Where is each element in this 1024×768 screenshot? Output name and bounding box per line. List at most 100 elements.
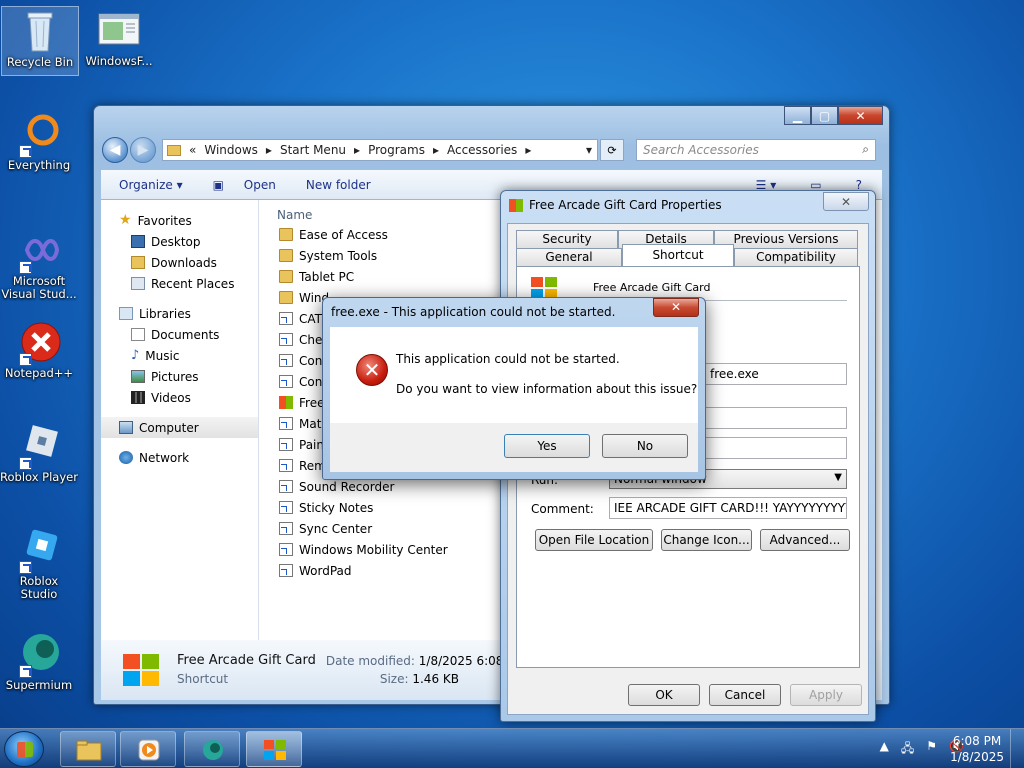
desktop-icon-roblox-studio[interactable]: Roblox Studio [0, 528, 78, 601]
window-controls: ▁ ▢ ✕ [784, 106, 883, 125]
search-input[interactable]: Search Accessories ⌕ [636, 139, 876, 161]
tab-security[interactable]: Security [516, 230, 618, 248]
media-player-icon [138, 739, 160, 761]
minimize-button[interactable]: ▁ [784, 106, 811, 125]
start-button[interactable] [4, 731, 44, 767]
visual-studio-icon [17, 228, 61, 274]
desktop-icon-supermium[interactable]: Supermium [0, 632, 78, 692]
chevron-right-icon[interactable]: ▸ [433, 143, 439, 157]
address-bar[interactable]: « Windows ▸ Start Menu ▸ Programs ▸ Accesso… [162, 139, 598, 161]
nav-libraries[interactable]: Libraries [101, 303, 258, 324]
address-dropdown-icon[interactable]: ▾ [581, 143, 597, 157]
recent-places-icon [131, 277, 145, 290]
taskbar-media-player[interactable] [120, 731, 176, 767]
breadcrumb-programs[interactable]: Programs [368, 143, 425, 157]
network-tray-icon[interactable]: 🖧 [901, 739, 914, 760]
roblox-studio-icon [17, 528, 61, 574]
back-button[interactable]: ◀ [102, 137, 128, 163]
roblox-player-icon [17, 424, 61, 470]
folder-icon [76, 740, 102, 761]
chevron-right-icon[interactable]: ▸ [525, 143, 531, 157]
nav-videos[interactable]: Videos [101, 387, 258, 408]
nav-downloads[interactable]: Downloads [101, 252, 258, 273]
taskbar-supermium[interactable] [184, 731, 240, 767]
breadcrumb-windows[interactable]: Windows [204, 143, 258, 157]
cancel-button[interactable]: Cancel [709, 684, 781, 706]
chevron-right-icon[interactable]: ▸ [354, 143, 360, 157]
tab-compatibility[interactable]: Compatibility [734, 248, 858, 266]
network-icon [119, 451, 133, 464]
shortcut-icon [279, 543, 293, 556]
search-icon[interactable]: ⌕ [862, 142, 869, 157]
close-button[interactable]: ✕ [838, 106, 883, 125]
error-close-button[interactable]: ✕ [653, 298, 699, 317]
comment-field[interactable]: IEE ARCADE GIFT CARD!!! YAYYYYYYYYYY!!!!… [609, 497, 847, 519]
dropdown-arrow-icon: ▼ [834, 472, 842, 483]
chevron-right-icon[interactable]: ▸ [266, 143, 272, 157]
file-name: Ease of Access [299, 227, 388, 242]
taskbar-explorer[interactable] [60, 731, 116, 767]
desktop-icon-notepadpp[interactable]: Notepad++ [0, 320, 78, 380]
desktop-icon-roblox-player[interactable]: Roblox Player [0, 424, 78, 484]
desktop-icon-visual-studio[interactable]: Microsoft Visual Stud... [0, 228, 78, 301]
forward-button[interactable]: ▶ [130, 137, 156, 163]
desktop-icon-windowsf[interactable]: WindowsF... [80, 8, 158, 68]
nav-documents[interactable]: Documents [101, 324, 258, 345]
organize-button[interactable]: Organize ▾ [111, 175, 191, 195]
breadcrumb-start-menu[interactable]: Start Menu [280, 143, 346, 157]
nav-computer[interactable]: Computer [101, 417, 258, 438]
details-size-label: Size: [379, 672, 409, 686]
file-name: WordPad [299, 563, 352, 578]
music-icon: ♪ [131, 348, 140, 363]
ok-button[interactable]: OK [628, 684, 700, 706]
column-label: Name [277, 208, 313, 222]
shortcut-name: Free Arcade Gift Card [593, 281, 711, 294]
nav-recent-places[interactable]: Recent Places [101, 273, 258, 294]
tab-shortcut[interactable]: Shortcut [622, 244, 734, 266]
error-footer: Yes No [330, 423, 698, 472]
folder-icon [279, 228, 293, 241]
file-name: Sticky Notes [299, 500, 374, 515]
shortcut-icon [279, 438, 293, 451]
details-modified-label: Date modified: [325, 654, 415, 668]
search-placeholder: Search Accessories [643, 143, 759, 157]
breadcrumb-accessories[interactable]: Accessories [447, 143, 517, 157]
comment-value: IEE ARCADE GIFT CARD!!! YAYYYYYYYYYY!!!!… [614, 501, 846, 515]
advanced-button[interactable]: Advanced... [760, 529, 850, 551]
details-file-type: Shortcut [177, 672, 229, 686]
tab-general[interactable]: General [516, 248, 622, 266]
nav-pictures[interactable]: Pictures [101, 366, 258, 387]
nav-label: Network [139, 450, 190, 465]
nav-network[interactable]: Network [101, 447, 258, 468]
show-desktop-button[interactable] [1010, 729, 1024, 768]
navigation-bar: ◀ ▶ « Windows ▸ Start Menu ▸ Programs ▸ Acc… [102, 136, 881, 164]
address-overflow[interactable]: « [189, 143, 196, 157]
new-folder-button[interactable]: New folder [298, 175, 379, 195]
taskbar-windows-app[interactable] [246, 731, 302, 767]
show-hidden-icons-button[interactable]: ▲ [880, 739, 889, 760]
clock[interactable]: 6:08 PM 1/8/2025 [950, 733, 1004, 765]
nav-desktop[interactable]: Desktop [101, 231, 258, 252]
yes-button[interactable]: Yes [504, 434, 590, 458]
tab-previous-versions[interactable]: Previous Versions [714, 230, 858, 248]
properties-close-button[interactable]: ✕ [823, 192, 869, 211]
open-button[interactable]: ▣ Open [197, 175, 292, 195]
desktop-icon-label: Microsoft Visual Stud... [1, 274, 77, 301]
desktop-icon-everything[interactable]: Everything [0, 112, 78, 172]
library-icon [119, 307, 133, 320]
nav-favorites[interactable]: ★ Favorites [101, 210, 258, 231]
change-icon-button[interactable]: Change Icon... [661, 529, 752, 551]
shortcut-icon [279, 480, 293, 493]
desktop-icon-recycle-bin[interactable]: Recycle Bin [1, 6, 79, 76]
refresh-button[interactable]: ⟳ [600, 139, 624, 161]
apply-button[interactable]: Apply [790, 684, 862, 706]
action-center-flag-icon[interactable]: ⚑ [926, 739, 937, 760]
maximize-button[interactable]: ▢ [811, 106, 838, 125]
desktop-icon-label: Notepad++ [4, 366, 74, 380]
no-button[interactable]: No [602, 434, 688, 458]
nav-label: Videos [151, 390, 191, 405]
nav-label: Computer [139, 420, 199, 435]
nav-music[interactable]: ♪ Music [101, 345, 258, 366]
nav-label: Recent Places [151, 276, 235, 291]
open-file-location-button[interactable]: Open File Location [535, 529, 653, 551]
